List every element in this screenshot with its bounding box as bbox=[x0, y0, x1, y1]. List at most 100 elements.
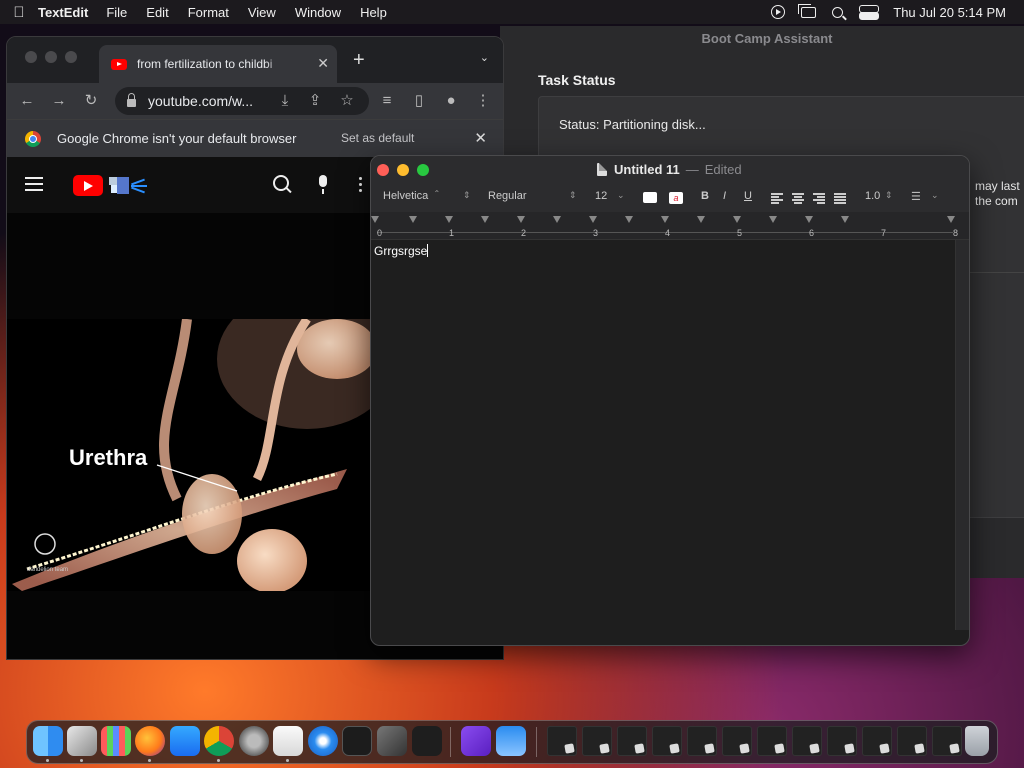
menu-file[interactable]: File bbox=[106, 5, 127, 20]
textedit-dock-icon[interactable] bbox=[273, 726, 303, 756]
apple-menu-icon[interactable]:  bbox=[0, 4, 38, 21]
tab-stop-marker[interactable] bbox=[769, 216, 777, 223]
forward-arrow-icon[interactable]: → bbox=[49, 91, 69, 111]
font-size-chevron-icon[interactable]: ⌄ bbox=[617, 190, 625, 201]
tab-stop-marker[interactable] bbox=[445, 216, 453, 223]
highlight-color-icon[interactable]: a bbox=[669, 192, 683, 204]
visual-studio-icon[interactable] bbox=[461, 726, 491, 756]
launchpad-icon[interactable] bbox=[101, 726, 131, 756]
minimized-window[interactable] bbox=[862, 726, 892, 756]
minimized-window[interactable] bbox=[547, 726, 577, 756]
system-settings-icon[interactable] bbox=[239, 726, 269, 756]
video-frame[interactable]: dandelion team Urethra bbox=[7, 319, 377, 591]
finder-icon[interactable] bbox=[33, 726, 63, 756]
infobar-close-icon[interactable]: ✕ bbox=[474, 129, 487, 147]
instruments-icon[interactable] bbox=[377, 726, 407, 756]
line-spacing-select[interactable]: 1.0 bbox=[865, 190, 880, 202]
font-family-chevron-icon[interactable]: ⇕ bbox=[463, 190, 471, 201]
tab-stop-marker[interactable] bbox=[481, 216, 489, 223]
chrome-zoom-button[interactable] bbox=[65, 51, 77, 63]
chrome-dock-icon[interactable] bbox=[204, 726, 234, 756]
screen-recording-icon[interactable] bbox=[771, 5, 786, 19]
chrome-close-button[interactable] bbox=[25, 51, 37, 63]
youtube-logo-icon[interactable] bbox=[73, 175, 103, 196]
tab-stop-marker[interactable] bbox=[625, 216, 633, 223]
list-chevron-icon[interactable]: ⌄ bbox=[931, 190, 939, 201]
font-family-select[interactable]: Helvetica bbox=[383, 189, 441, 202]
minimized-window[interactable] bbox=[827, 726, 857, 756]
safari-icon[interactable] bbox=[308, 726, 338, 756]
more-options-icon[interactable] bbox=[359, 177, 363, 193]
chrome-tab-youtube[interactable]: from fertilization to childbi ✕ bbox=[99, 45, 337, 83]
window-switcher-icon[interactable] bbox=[798, 3, 817, 18]
bookmark-star-icon[interactable]: ☆ bbox=[337, 91, 357, 111]
underline-button[interactable]: U bbox=[744, 190, 752, 202]
reload-icon[interactable]: ↻ bbox=[81, 91, 101, 111]
document-text[interactable]: Grrgsrgse bbox=[374, 244, 429, 258]
minimized-window[interactable] bbox=[932, 726, 962, 756]
preview-icon[interactable] bbox=[67, 726, 97, 756]
chrome-menu-icon[interactable]: ⋮ bbox=[473, 91, 493, 111]
tab-stop-marker[interactable] bbox=[517, 216, 525, 223]
minimized-window[interactable] bbox=[582, 726, 612, 756]
minimized-window[interactable] bbox=[687, 726, 717, 756]
set-as-default-button[interactable]: Set as default bbox=[341, 131, 414, 145]
font-size-select[interactable]: 12 bbox=[595, 190, 607, 202]
chrome-minimize-button[interactable] bbox=[45, 51, 57, 63]
tab-stop-marker[interactable] bbox=[733, 216, 741, 223]
youtube-search-icon[interactable] bbox=[273, 175, 291, 193]
share-icon[interactable]: ⇪ bbox=[305, 91, 325, 111]
bold-button[interactable]: B bbox=[701, 190, 709, 202]
tab-stop-marker[interactable] bbox=[805, 216, 813, 223]
tab-search-chevron-icon[interactable]: ⌄ bbox=[480, 51, 489, 64]
terminal-icon[interactable] bbox=[342, 726, 372, 756]
firefox-icon[interactable] bbox=[135, 726, 165, 756]
vertical-scrollbar[interactable] bbox=[955, 240, 969, 630]
tab-stop-marker[interactable] bbox=[841, 216, 849, 223]
document-title-area[interactable]: Untitled 11 — Edited bbox=[597, 162, 742, 177]
align-center-icon[interactable] bbox=[792, 193, 804, 204]
weather-icon[interactable] bbox=[496, 726, 526, 756]
minimized-window[interactable] bbox=[652, 726, 682, 756]
hamburger-menu-icon[interactable] bbox=[25, 177, 43, 191]
close-window-button[interactable] bbox=[377, 164, 389, 176]
minimized-window[interactable] bbox=[722, 726, 752, 756]
side-panel-icon[interactable]: ▯ bbox=[409, 91, 429, 111]
list-bullets-icon[interactable]: ☰ bbox=[911, 190, 921, 203]
left-indent-marker[interactable] bbox=[371, 216, 379, 223]
app-menu-textedit[interactable]: TextEdit bbox=[38, 5, 88, 20]
tab-stop-marker[interactable] bbox=[553, 216, 561, 223]
app-store-icon[interactable] bbox=[170, 726, 200, 756]
minimized-window[interactable] bbox=[617, 726, 647, 756]
tab-close-icon[interactable]: ✕ bbox=[317, 55, 329, 72]
line-spacing-chevron-icon[interactable]: ⇕ bbox=[885, 190, 893, 201]
minimized-window[interactable] bbox=[792, 726, 822, 756]
right-indent-marker[interactable] bbox=[947, 216, 955, 223]
vscode-icon[interactable] bbox=[412, 726, 442, 756]
minimize-window-button[interactable] bbox=[397, 164, 409, 176]
ruler[interactable]: 0 1 2 3 4 5 6 7 8 bbox=[371, 212, 969, 240]
zoom-window-button[interactable] bbox=[417, 164, 429, 176]
document-body[interactable]: Grrgsrgse bbox=[371, 240, 955, 630]
back-arrow-icon[interactable]: ← bbox=[17, 91, 37, 111]
align-right-icon[interactable] bbox=[813, 193, 825, 204]
tab-stop-marker[interactable] bbox=[661, 216, 669, 223]
italic-button[interactable]: I bbox=[723, 190, 726, 202]
document-icon[interactable] bbox=[597, 163, 607, 176]
menu-format[interactable]: Format bbox=[188, 5, 229, 20]
menu-bar-clock[interactable]: Thu Jul 20 5:14 PM bbox=[893, 5, 1006, 20]
install-download-icon[interactable]: ⤓ bbox=[275, 91, 295, 111]
tab-stop-marker[interactable] bbox=[589, 216, 597, 223]
profile-avatar-icon[interactable]: ● bbox=[441, 91, 461, 111]
reading-list-icon[interactable]: ≡ bbox=[377, 91, 397, 111]
address-bar[interactable]: youtube.com/w... bbox=[115, 87, 369, 115]
tab-stop-marker[interactable] bbox=[409, 216, 417, 223]
font-style-select[interactable]: Regular bbox=[488, 190, 527, 202]
align-left-icon[interactable] bbox=[771, 193, 783, 204]
minimized-window[interactable] bbox=[897, 726, 927, 756]
menu-view[interactable]: View bbox=[248, 5, 276, 20]
font-style-chevron-icon[interactable]: ⇕ bbox=[569, 190, 577, 201]
menu-edit[interactable]: Edit bbox=[146, 5, 168, 20]
spotlight-icon[interactable] bbox=[832, 6, 844, 18]
trash-icon[interactable] bbox=[965, 726, 989, 756]
